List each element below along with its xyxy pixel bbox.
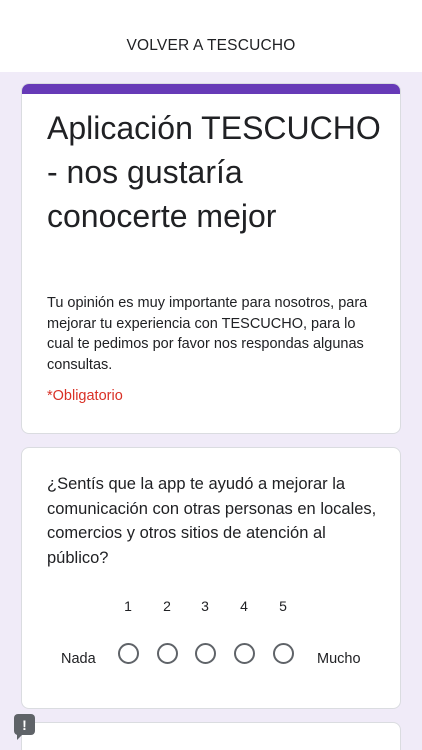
scale-radio-2[interactable] [157, 643, 178, 664]
scale-number-4: 4 [240, 598, 248, 614]
scale-low-label: Nada [61, 651, 96, 667]
scale-number-2: 2 [163, 598, 171, 614]
scale-radio-5[interactable] [273, 643, 294, 664]
scale-radio-3[interactable] [195, 643, 216, 664]
scale-high-label: Mucho [317, 651, 361, 667]
back-to-tescucho-link[interactable]: VOLVER A TESCUCHO [126, 37, 295, 55]
header-accent-bar [22, 84, 400, 94]
question-card: ¿Sentís que la app te ayudó a mejorar la… [21, 447, 401, 709]
top-bar: VOLVER A TESCUCHO [0, 0, 422, 72]
form-header-card: Aplicación TESCUCHO - nos gustaría conoc… [21, 83, 401, 434]
scale-number-3: 3 [201, 598, 209, 614]
scale-radio-1[interactable] [118, 643, 139, 664]
report-problem-icon[interactable]: ! [14, 714, 35, 740]
form-title: Aplicación TESCUCHO - nos gustaría conoc… [47, 110, 381, 234]
required-note: *Obligatorio [47, 388, 123, 404]
next-question-card [21, 722, 401, 750]
form-description: Tu opinión es muy importante para nosotr… [47, 295, 368, 373]
scale-number-1: 1 [124, 598, 132, 614]
scale-number-5: 5 [279, 598, 287, 614]
scale-radio-4[interactable] [234, 643, 255, 664]
question-text: ¿Sentís que la app te ayudó a mejorar la… [47, 475, 377, 567]
